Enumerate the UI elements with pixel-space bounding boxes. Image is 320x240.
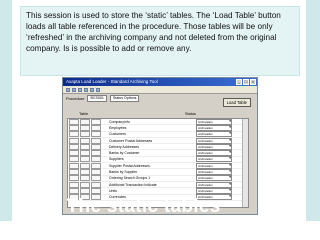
window-controls: _ □ ×: [236, 79, 256, 85]
status-select[interactable]: Archivation: [196, 181, 232, 188]
row-option-box[interactable]: [91, 156, 101, 163]
table-name: Ordering Search Groups 1: [109, 176, 151, 181]
row-option-box[interactable]: [80, 119, 90, 125]
row-option-box[interactable]: [91, 175, 101, 182]
row-option-box[interactable]: [91, 143, 101, 150]
slide-title: BAT: The static tables: [18, 196, 221, 217]
status-select[interactable]: Archivation: [196, 137, 232, 144]
status-select[interactable]: Archivation: [196, 187, 232, 194]
status-select[interactable]: Archivation: [196, 162, 232, 169]
status-select[interactable]: Archivation: [196, 150, 232, 157]
close-icon[interactable]: ×: [250, 79, 256, 85]
row-option-box[interactable]: [69, 143, 79, 150]
row-option-box[interactable]: [69, 131, 79, 138]
footer-bar: [0, 221, 320, 240]
table-name: Banks by Supplier: [109, 170, 138, 175]
row-option-box[interactable]: [80, 181, 90, 188]
table-name: Employees: [109, 125, 127, 130]
row-option-box[interactable]: [69, 175, 79, 182]
find-icon[interactable]: [90, 87, 94, 92]
table-name: Banks by Customer: [109, 151, 140, 156]
toolbar: [63, 86, 257, 94]
row-option-box[interactable]: [91, 162, 101, 169]
row-option-box[interactable]: [80, 169, 90, 176]
row-option-box[interactable]: [91, 169, 101, 176]
row-option-box[interactable]: [69, 124, 79, 131]
row-option-box[interactable]: [91, 150, 101, 157]
right-accent-band: [306, 0, 320, 240]
maximize-icon[interactable]: □: [243, 79, 249, 85]
minimize-icon[interactable]: _: [236, 79, 242, 85]
row-option-box[interactable]: [80, 131, 90, 138]
row-option-box[interactable]: [80, 156, 90, 163]
row-option-box[interactable]: [69, 181, 79, 188]
static-tables-grid: CompanyInfo Archivation Employees Archivati…: [67, 118, 249, 208]
status-select[interactable]: Archivation: [196, 131, 232, 138]
save-icon[interactable]: [72, 87, 76, 92]
status-select[interactable]: Archivation: [196, 169, 232, 176]
status-select[interactable]: Archivation: [196, 156, 232, 163]
row-option-box[interactable]: [80, 137, 90, 144]
print-icon[interactable]: [96, 87, 100, 92]
row-option-box[interactable]: [69, 187, 79, 194]
description-text: This session is used to store the ‘stati…: [26, 11, 281, 53]
left-accent-band: [0, 0, 12, 240]
table-name: CompanyInfo: [109, 119, 130, 124]
status-select[interactable]: Archivation: [196, 124, 232, 131]
row-option-box[interactable]: [69, 162, 79, 169]
row-option-box[interactable]: [91, 181, 101, 188]
table-name: Customers: [109, 132, 126, 137]
table-name: Additional Transaction Indicate: [109, 182, 157, 187]
row-option-box[interactable]: [91, 137, 101, 144]
row-option-box[interactable]: [80, 143, 90, 150]
procedure-field[interactable]: BCS001: [87, 95, 107, 102]
row-option-box[interactable]: [80, 175, 90, 182]
row-option-box[interactable]: [80, 150, 90, 157]
app-window: Axapta Load Loader - Standard Archiving …: [62, 77, 258, 215]
table-name: Customer Postal Addresses: [109, 138, 153, 143]
filter-icon[interactable]: [84, 87, 88, 92]
row-option-box[interactable]: [80, 187, 90, 194]
table-name: Delivery Addresses: [109, 144, 139, 149]
row-option-box[interactable]: [91, 187, 101, 194]
status-select[interactable]: Archivation: [196, 143, 232, 150]
status-select[interactable]: Archivation: [196, 175, 232, 182]
row-option-box[interactable]: [69, 156, 79, 163]
row-option-box[interactable]: [80, 124, 90, 131]
table-name: Suppliers: [109, 157, 124, 162]
table-name: Units: [109, 188, 117, 193]
row-option-box[interactable]: [91, 124, 101, 131]
grid-header: Table Status: [67, 112, 249, 117]
row-option-box[interactable]: [69, 150, 79, 157]
procedure-label: Procedure: [66, 96, 85, 101]
column-header-table: Table: [79, 112, 89, 116]
window-titlebar: Axapta Load Loader - Standard Archiving …: [63, 78, 257, 86]
new-icon[interactable]: [66, 87, 70, 92]
status-options-tab[interactable]: Status Options: [109, 95, 140, 102]
load-table-button[interactable]: Load Table: [222, 98, 251, 107]
row-option-box[interactable]: [69, 169, 79, 176]
row-option-box[interactable]: [69, 119, 79, 125]
row-option-box[interactable]: [80, 162, 90, 169]
window-title: Axapta Load Loader - Standard Archiving …: [66, 79, 158, 84]
column-header-status: Status: [185, 112, 196, 116]
grid-scrollbar[interactable]: [242, 119, 248, 207]
table-name: Supplier Postal Addresses: [109, 163, 150, 168]
row-option-box[interactable]: [69, 137, 79, 144]
delete-icon[interactable]: [78, 87, 82, 92]
row-option-box[interactable]: [91, 119, 101, 125]
status-select[interactable]: Archivation: [196, 119, 232, 125]
description-callout: This session is used to store the ‘stati…: [20, 6, 300, 76]
row-option-box[interactable]: [91, 131, 101, 138]
